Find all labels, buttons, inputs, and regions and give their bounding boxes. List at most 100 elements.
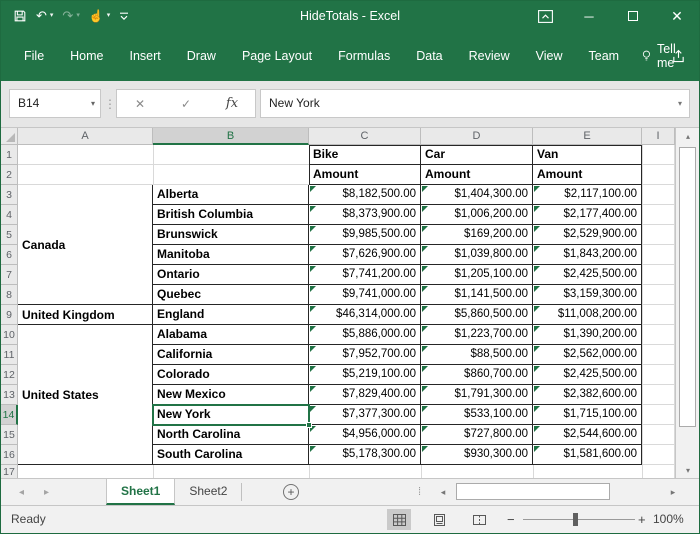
expand-formula-bar-icon[interactable]: ▾ — [678, 90, 682, 117]
cell-E6[interactable]: $1,843,200.00 — [533, 245, 642, 265]
cell-D16[interactable]: $930,300.00 — [421, 445, 533, 465]
cell-C16[interactable]: $5,178,300.00 — [309, 445, 421, 465]
sheet-tab-sheet2[interactable]: Sheet2 — [175, 479, 241, 505]
column-header-D[interactable]: D — [421, 128, 533, 145]
cell-C3[interactable]: $8,182,500.00 — [309, 185, 421, 205]
zoom-in-button[interactable]: + — [638, 506, 646, 533]
name-box-dropdown-icon[interactable]: ▾ — [91, 90, 95, 117]
cell-C15[interactable]: $4,956,000.00 — [309, 425, 421, 445]
new-sheet-icon[interactable]: + — [283, 484, 299, 500]
row-header-14[interactable]: 14 — [1, 405, 18, 425]
page-layout-view-icon[interactable] — [427, 509, 451, 530]
cell-C9[interactable]: $46,314,000.00 — [309, 305, 421, 325]
ribbon-tab-team[interactable]: Team — [576, 42, 633, 70]
cell-E12[interactable]: $2,425,500.00 — [533, 365, 642, 385]
cell-B11[interactable]: California — [153, 345, 309, 365]
row-header-5[interactable]: 5 — [1, 225, 18, 245]
zoom-out-button[interactable]: − — [507, 506, 515, 533]
cell-C12[interactable]: $5,219,100.00 — [309, 365, 421, 385]
cell-A3-group[interactable]: Canada — [18, 185, 153, 305]
cell-E13[interactable]: $2,382,600.00 — [533, 385, 642, 405]
cell-C8[interactable]: $9,741,000.00 — [309, 285, 421, 305]
cell-B14[interactable]: New York — [153, 405, 309, 425]
row-header-1[interactable]: 1 — [1, 145, 18, 165]
cell-C14[interactable]: $7,377,300.00 — [309, 405, 421, 425]
column-header-I[interactable]: I — [642, 128, 675, 145]
cell-D14[interactable]: $533,100.00 — [421, 405, 533, 425]
cell-D6[interactable]: $1,039,800.00 — [421, 245, 533, 265]
minimize-button[interactable]: ─ — [567, 1, 611, 31]
page-break-preview-icon[interactable] — [467, 509, 491, 530]
row-header-6[interactable]: 6 — [1, 245, 18, 265]
ribbon-tab-page-layout[interactable]: Page Layout — [229, 42, 325, 70]
cell-E9[interactable]: $11,008,200.00 — [533, 305, 642, 325]
zoom-slider-thumb[interactable] — [573, 513, 578, 526]
cell-C2[interactable]: Amount — [309, 165, 421, 185]
row-header-15[interactable]: 15 — [1, 425, 18, 445]
cell-B15[interactable]: North Carolina — [153, 425, 309, 445]
cell-E16[interactable]: $1,581,600.00 — [533, 445, 642, 465]
column-header-B[interactable]: B — [153, 128, 309, 145]
close-button[interactable]: ✕ — [655, 1, 699, 31]
cell-D5[interactable]: $169,200.00 — [421, 225, 533, 245]
previous-sheet-icon[interactable]: ◂ — [19, 487, 24, 498]
cell-D2[interactable]: Amount — [421, 165, 533, 185]
vertical-scrollbar[interactable]: ▴▾ — [675, 128, 699, 478]
cell-E11[interactable]: $2,562,000.00 — [533, 345, 642, 365]
row-header-8[interactable]: 8 — [1, 285, 18, 305]
ribbon-tab-insert[interactable]: Insert — [117, 42, 174, 70]
cell-E10[interactable]: $1,390,200.00 — [533, 325, 642, 345]
cell-B16[interactable]: South Carolina — [153, 445, 309, 465]
cell-E15[interactable]: $2,544,600.00 — [533, 425, 642, 445]
ribbon-tab-review[interactable]: Review — [456, 42, 523, 70]
row-header-9[interactable]: 9 — [1, 305, 18, 325]
ribbon-tab-formulas[interactable]: Formulas — [325, 42, 403, 70]
cell-B3[interactable]: Alberta — [153, 185, 309, 205]
row-header-10[interactable]: 10 — [1, 325, 18, 345]
column-header-E[interactable]: E — [533, 128, 642, 145]
vertical-scroll-thumb[interactable] — [679, 147, 696, 427]
cell-A10-group[interactable]: United States — [18, 325, 153, 465]
row-header-2[interactable]: 2 — [1, 165, 18, 185]
cell-E7[interactable]: $2,425,500.00 — [533, 265, 642, 285]
scroll-down-icon[interactable]: ▾ — [676, 462, 699, 478]
cell-E1[interactable]: Van — [533, 145, 642, 165]
cell-D12[interactable]: $860,700.00 — [421, 365, 533, 385]
cancel-icon[interactable]: ✕ — [117, 90, 163, 117]
zoom-slider-track[interactable] — [523, 519, 635, 520]
cell-D13[interactable]: $1,791,300.00 — [421, 385, 533, 405]
ribbon-display-options-icon[interactable] — [523, 1, 567, 31]
ribbon-tab-draw[interactable]: Draw — [174, 42, 229, 70]
row-header-4[interactable]: 4 — [1, 205, 18, 225]
insert-function-icon[interactable]: fx — [209, 90, 255, 117]
formula-bar-drag-handle[interactable]: ⋮ — [104, 89, 116, 118]
cell-C7[interactable]: $7,741,200.00 — [309, 265, 421, 285]
cell-D10[interactable]: $1,223,700.00 — [421, 325, 533, 345]
ribbon-tab-home[interactable]: Home — [57, 42, 116, 70]
row-header-7[interactable]: 7 — [1, 265, 18, 285]
cell-C10[interactable]: $5,886,000.00 — [309, 325, 421, 345]
normal-view-icon[interactable] — [387, 509, 411, 530]
tell-me-box[interactable]: Tell me — [632, 35, 699, 77]
zoom-level[interactable]: 100% — [653, 506, 684, 533]
cell-B7[interactable]: Ontario — [153, 265, 309, 285]
ribbon-tab-data[interactable]: Data — [403, 42, 455, 70]
cell-E14[interactable]: $1,715,100.00 — [533, 405, 642, 425]
cell-D3[interactable]: $1,404,300.00 — [421, 185, 533, 205]
cell-D11[interactable]: $88,500.00 — [421, 345, 533, 365]
cell-A9-group[interactable]: United Kingdom — [18, 305, 153, 325]
maximize-button[interactable] — [611, 1, 655, 31]
share-icon[interactable] — [671, 49, 686, 68]
cell-B10[interactable]: Alabama — [153, 325, 309, 345]
select-all-corner[interactable] — [1, 128, 18, 145]
cell-C6[interactable]: $7,626,900.00 — [309, 245, 421, 265]
cell-D1[interactable]: Car — [421, 145, 533, 165]
row-header-3[interactable]: 3 — [1, 185, 18, 205]
cell-B6[interactable]: Manitoba — [153, 245, 309, 265]
column-header-A[interactable]: A — [18, 128, 153, 145]
scroll-left-icon[interactable]: ◂ — [434, 479, 452, 505]
ribbon-tab-file[interactable]: File — [11, 42, 57, 70]
row-header-13[interactable]: 13 — [1, 385, 18, 405]
row-header-16[interactable]: 16 — [1, 445, 18, 465]
cell-B8[interactable]: Quebec — [153, 285, 309, 305]
